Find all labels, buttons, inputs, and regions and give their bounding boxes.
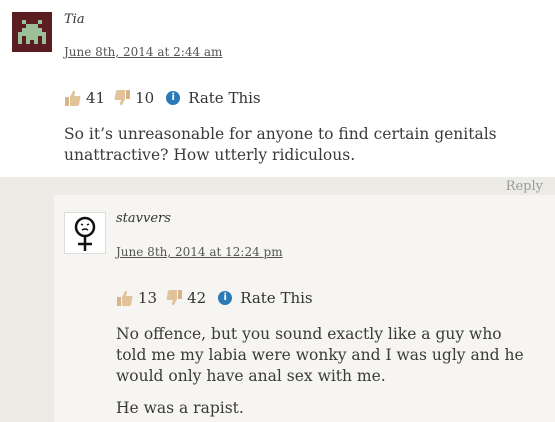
comment-date-link[interactable]: June 8th, 2014 at 12:24 pm xyxy=(116,245,283,259)
comment-author[interactable]: stavvers xyxy=(116,211,171,226)
comment-date-link[interactable]: June 8th, 2014 at 2:44 am xyxy=(64,45,222,59)
info-icon[interactable]: i xyxy=(166,91,181,105)
like-count: 41 xyxy=(86,89,106,107)
like-count: 13 xyxy=(138,289,158,307)
thumbs-up-icon[interactable] xyxy=(64,89,82,107)
rate-this-link[interactable]: Rate This xyxy=(188,89,260,107)
space-invader-avatar-icon[interactable] xyxy=(12,12,52,52)
rate-this-link[interactable]: Rate This xyxy=(240,289,312,307)
rating-bar: 13 42 i Rate This xyxy=(116,289,313,307)
dislike-count: 42 xyxy=(187,289,207,307)
thumbs-down-icon[interactable] xyxy=(165,289,183,307)
female-symbol-avatar-icon[interactable] xyxy=(64,212,106,254)
comment-paragraph: So it’s unreasonable for anyone to find … xyxy=(64,125,497,164)
comment-paragraph: He was a rapist. xyxy=(116,399,244,417)
thumbs-up-icon[interactable] xyxy=(116,289,134,307)
comment-body: So it’s unreasonable for anyone to find … xyxy=(64,124,504,166)
comment-paragraph: No offence, but you sound exactly like a… xyxy=(116,325,524,385)
reply-link[interactable]: Reply xyxy=(506,179,543,194)
dislike-count: 10 xyxy=(135,89,155,107)
info-icon[interactable]: i xyxy=(218,291,233,305)
thumbs-down-icon[interactable] xyxy=(113,89,131,107)
comment-body: No offence, but you sound exactly like a… xyxy=(116,324,536,419)
comment-author[interactable]: Tia xyxy=(64,12,85,27)
rating-bar: 41 10 i Rate This xyxy=(64,89,261,107)
